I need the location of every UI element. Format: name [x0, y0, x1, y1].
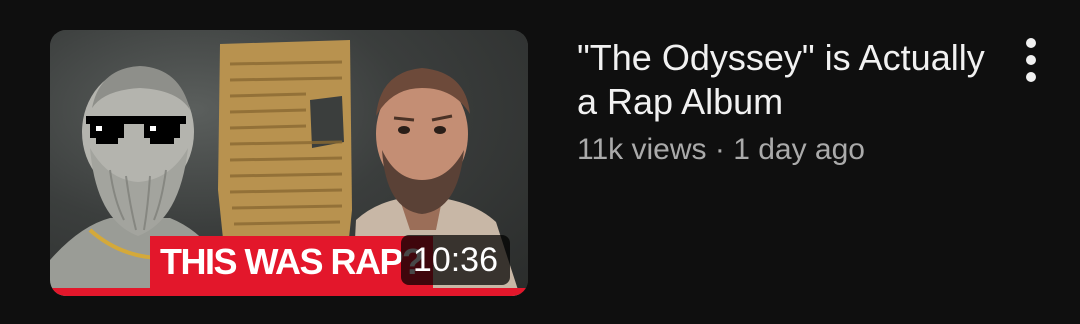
video-title[interactable]: "The Odyssey" is Actually a Rap Album	[577, 36, 997, 124]
video-thumbnail[interactable]: THIS WAS RAP? 10:36	[50, 30, 528, 296]
thumbnail-caption: THIS WAS RAP?	[150, 236, 433, 288]
meta-separator: ·	[714, 133, 725, 166]
duration-badge: 10:36	[400, 235, 510, 285]
papyrus-image	[218, 40, 352, 268]
view-count: 11k views	[577, 133, 707, 166]
watch-progress-bar	[50, 288, 528, 296]
upload-age: 1 day ago	[733, 133, 865, 166]
video-metadata: 11k views · 1 day ago	[577, 130, 865, 170]
video-list-item[interactable]: THIS WAS RAP? 10:36 "The Odyssey" is Act…	[0, 0, 1080, 324]
more-vert-icon[interactable]	[1012, 36, 1052, 84]
